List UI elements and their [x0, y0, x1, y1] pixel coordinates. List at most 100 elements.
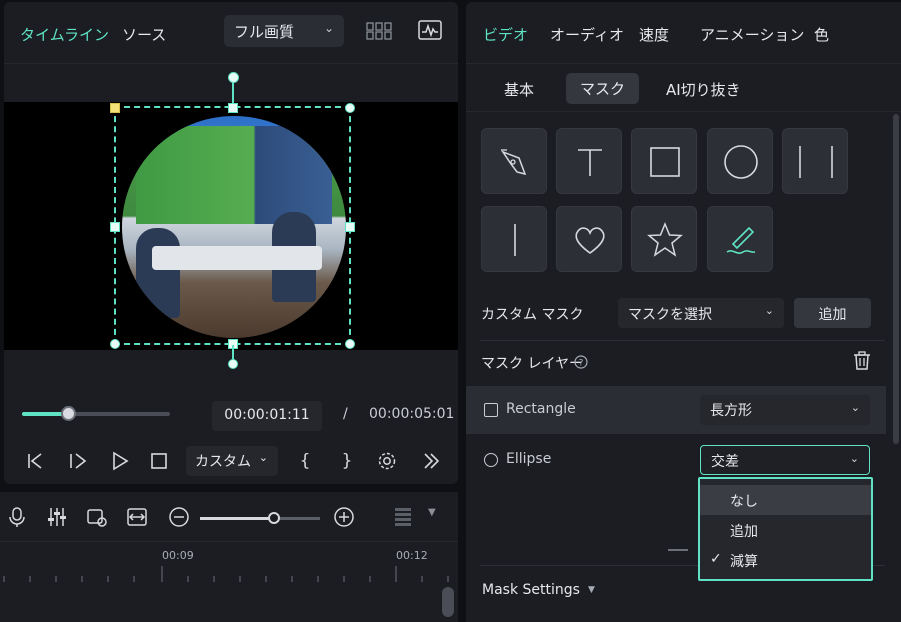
- pen-mask-icon: [501, 149, 527, 176]
- timeline-panel: ▼ 00:09 00:12: [0, 492, 458, 622]
- mask-tile-double-line[interactable]: [782, 128, 848, 194]
- rectangle-mask-icon: [650, 147, 680, 177]
- mask-tile-single-line[interactable]: [481, 206, 547, 272]
- layer-name: Rectangle: [506, 401, 576, 417]
- ai-clip-icon[interactable]: [86, 506, 108, 528]
- chevron-down-icon: ⌄: [323, 21, 334, 35]
- tab-animation[interactable]: アニメーション: [700, 24, 804, 45]
- chevron-down-icon: ⌄: [764, 304, 774, 317]
- scrubber-knob[interactable]: [61, 406, 76, 421]
- timeline-ruler[interactable]: 00:09 00:12: [0, 542, 458, 582]
- video-subtabs: 基本 マスク AI切り抜き: [466, 64, 901, 112]
- property-tabs: ビデオ オーディオ 速度 アニメーション 色: [466, 2, 901, 64]
- double-line-mask-icon: [799, 146, 833, 178]
- caret-down-icon[interactable]: ▼: [588, 585, 595, 595]
- audio-mixer-icon[interactable]: [46, 506, 68, 528]
- fit-width-icon[interactable]: [126, 506, 148, 528]
- quality-select[interactable]: フル画質 ⌄: [224, 15, 344, 47]
- ruler-tick-label: 00:12: [396, 549, 428, 562]
- properties-scrollbar[interactable]: [893, 114, 899, 444]
- grid-view-icon[interactable]: [366, 22, 392, 40]
- play-icon[interactable]: [109, 450, 131, 472]
- zoom-slider-fill: [200, 517, 274, 520]
- mask-select[interactable]: マスクを選択 ⌄: [618, 298, 784, 328]
- playback-scrubber[interactable]: [22, 406, 170, 421]
- single-line-mask-icon: [514, 224, 516, 256]
- right-panel: ビデオ オーディオ 速度 アニメーション 色 基本 マスク AI切り抜き カスタ…: [466, 2, 901, 622]
- subtab-ai-cutout[interactable]: AI切り抜き: [666, 79, 741, 100]
- preview-header: タイムライン ソース フル画質 ⌄: [4, 2, 458, 64]
- collapse-handle[interactable]: [668, 549, 688, 551]
- mask-tile-text[interactable]: [556, 128, 622, 194]
- layer-blend-select[interactable]: 交差 ⌄: [700, 445, 870, 475]
- chevron-down-icon[interactable]: ▼: [428, 507, 436, 518]
- edge-handle[interactable]: [228, 103, 238, 113]
- circle-mask-icon: [724, 145, 758, 179]
- zoom-out-icon[interactable]: [168, 506, 190, 528]
- mask-tile-star[interactable]: [631, 206, 697, 272]
- track-height-icon[interactable]: [392, 506, 414, 528]
- playback-speed-select[interactable]: カスタム ⌄: [186, 446, 278, 476]
- mask-tile-brush[interactable]: [707, 206, 773, 272]
- trash-icon[interactable]: [852, 351, 872, 371]
- add-mask-button[interactable]: 追加: [794, 298, 871, 328]
- tab-source[interactable]: ソース: [122, 24, 166, 45]
- text-mask-icon: [578, 149, 602, 176]
- microphone-icon[interactable]: [6, 506, 28, 528]
- tab-video[interactable]: ビデオ: [483, 24, 528, 45]
- edge-handle[interactable]: [345, 222, 355, 232]
- timeline-toolbar: ▼: [0, 492, 458, 542]
- corner-handle[interactable]: [110, 103, 120, 113]
- dropdown-option-label: 減算: [730, 554, 758, 570]
- mask-layer-row[interactable]: Rectangle 長方形 ⌄: [466, 386, 886, 434]
- chevron-down-icon: ⌄: [258, 451, 268, 464]
- dropdown-option-selected[interactable]: ✓ 減算: [700, 545, 871, 575]
- waveform-icon[interactable]: [418, 20, 442, 40]
- zoom-slider[interactable]: [200, 512, 320, 524]
- dropdown-option[interactable]: なし: [700, 485, 871, 515]
- tab-color[interactable]: 色: [814, 24, 829, 45]
- mask-tile-pen[interactable]: [481, 128, 547, 194]
- mark-in-icon[interactable]: {: [294, 450, 316, 472]
- rotate-handle[interactable]: [228, 72, 239, 83]
- double-chevron-right-icon[interactable]: [420, 450, 442, 472]
- subtab-basic[interactable]: 基本: [504, 79, 534, 100]
- help-icon[interactable]: ?: [574, 355, 588, 369]
- brush-mask-icon: [726, 226, 756, 254]
- mark-out-icon[interactable]: }: [336, 450, 358, 472]
- zoom-in-icon[interactable]: [333, 506, 355, 528]
- stop-icon[interactable]: [148, 450, 170, 472]
- layer-blend-value: 交差: [711, 454, 739, 470]
- mask-tile-rectangle[interactable]: [631, 128, 697, 194]
- mask-tile-circle[interactable]: [707, 128, 773, 194]
- divider: [480, 340, 885, 341]
- layer-radio[interactable]: [484, 453, 498, 467]
- layer-blend-select[interactable]: 長方形 ⌄: [700, 395, 870, 425]
- prev-frame-icon[interactable]: [24, 450, 46, 472]
- custom-mask-label: カスタム マスク: [481, 307, 584, 323]
- checkmark-icon: ✓: [710, 551, 722, 567]
- corner-handle[interactable]: [345, 103, 355, 113]
- mask-tile-heart[interactable]: [556, 206, 622, 272]
- next-frame-icon[interactable]: [67, 450, 89, 472]
- bottom-handle[interactable]: [228, 359, 238, 369]
- mask-settings-header[interactable]: Mask Settings: [482, 582, 580, 598]
- layer-checkbox[interactable]: [484, 403, 498, 417]
- corner-handle[interactable]: [110, 339, 120, 349]
- selection-box[interactable]: [114, 106, 351, 345]
- layer-blend-value: 長方形: [710, 403, 752, 419]
- dropdown-option[interactable]: 追加: [700, 515, 871, 545]
- zoom-slider-knob[interactable]: [268, 512, 280, 524]
- star-mask-icon: [647, 222, 683, 257]
- layer-name: Ellipse: [506, 451, 552, 467]
- edge-handle[interactable]: [110, 222, 120, 232]
- subtab-mask[interactable]: マスク: [566, 73, 640, 104]
- tab-timeline[interactable]: タイムライン: [20, 24, 109, 45]
- settings-gear-icon[interactable]: [376, 450, 398, 472]
- time-separator: /: [343, 406, 348, 422]
- corner-handle[interactable]: [345, 339, 355, 349]
- tab-speed[interactable]: 速度: [639, 24, 669, 45]
- tab-audio[interactable]: オーディオ: [550, 24, 624, 45]
- timeline-scrollbar[interactable]: [442, 587, 454, 617]
- current-time[interactable]: 00:00:01:11: [212, 401, 322, 431]
